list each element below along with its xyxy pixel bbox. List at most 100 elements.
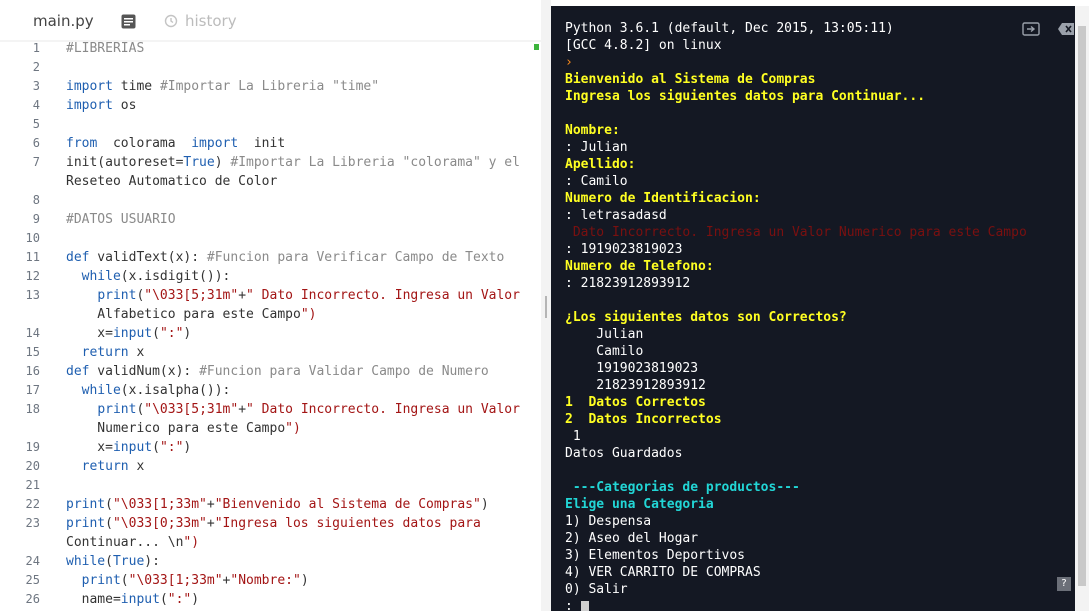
code-text[interactable]: print("\033[0;33m"+"Ingresa los siguient… xyxy=(66,514,481,533)
code-line[interactable]: 9 #DATOS USUARIO xyxy=(0,210,541,229)
code-text[interactable]: Reseteo Automatico de Color xyxy=(66,172,277,191)
console-line: 1 xyxy=(565,429,581,444)
console-line: Numero de Telefono: xyxy=(565,259,714,274)
line-number: 8 xyxy=(32,193,40,207)
code-line[interactable]: 23 print("\033[0;33m"+"Ingresa los siguie… xyxy=(0,514,541,533)
code-text[interactable]: print("\033[1;33m"+"Bienvenido al Sistem… xyxy=(66,495,489,514)
code-line[interactable]: 3 import time #Importar La Libreria "time… xyxy=(0,77,541,96)
console-line: : xyxy=(565,598,589,611)
code-line[interactable]: 5 xyxy=(0,115,541,134)
console-line: 21823912893912 xyxy=(565,378,706,393)
code-line[interactable]: 12 while(x.isdigit()): xyxy=(0,267,541,286)
tab-history[interactable]: history xyxy=(185,12,237,30)
code-text[interactable]: print("\033[1;33m"+"Nombre:") xyxy=(66,571,309,590)
line-number: 7 xyxy=(32,155,40,169)
code-line[interactable]: 24 while(True): xyxy=(0,552,541,571)
code-line[interactable]: 21 xyxy=(0,476,541,495)
line-number: 15 xyxy=(25,345,40,359)
code-text[interactable]: while(True): xyxy=(66,552,160,571)
code-line[interactable]: 16 def validNum(x): #Funcion para Validar… xyxy=(0,362,541,381)
clear-console-icon[interactable] xyxy=(1022,22,1040,36)
console-line: Dato Incorrecto. Ingresa un Valor Numeri… xyxy=(565,225,1027,240)
code-text[interactable]: Numerico para este Campo") xyxy=(66,419,301,438)
code-line[interactable]: 4 import os xyxy=(0,96,541,115)
code-line[interactable]: 22 print("\033[1;33m"+"Bienvenido al Sist… xyxy=(0,495,541,514)
code-line[interactable]: 26 name=input(":") xyxy=(0,590,541,609)
code-text[interactable]: Continuar... \n") xyxy=(66,533,199,552)
help-icon[interactable]: ? xyxy=(1057,577,1071,591)
line-number: 13 xyxy=(25,288,40,302)
tab-main-py[interactable]: main.py xyxy=(33,12,94,30)
code-line[interactable]: 13 print("\033[5;31m"+" Dato Incorrecto.… xyxy=(0,286,541,305)
console-output[interactable]: Python 3.6.1 (default, Dec 2015, 13:05:1… xyxy=(551,6,1075,611)
code-text[interactable]: import os xyxy=(66,96,136,115)
code-line[interactable]: 15 return x xyxy=(0,343,541,362)
git-change-marker xyxy=(534,44,539,50)
close-icon[interactable] xyxy=(1058,22,1076,36)
console-line: 3) Elementos Deportivos xyxy=(565,548,746,563)
history-icon[interactable] xyxy=(164,14,178,28)
console-line: : letrasadasd xyxy=(565,208,667,223)
code-text[interactable]: print("\033[5;31m"+" Dato Incorrecto. In… xyxy=(66,286,520,305)
line-number: 17 xyxy=(25,383,40,397)
code-line[interactable]: 7 init(autoreset=True) #Importar La Libre… xyxy=(0,153,541,172)
resize-grip[interactable] xyxy=(545,296,547,318)
line-number: 14 xyxy=(25,326,40,340)
code-line[interactable]: Continuar... \n") xyxy=(0,533,541,552)
code-line[interactable]: Numerico para este Campo") xyxy=(0,419,541,438)
code-line[interactable]: 10 xyxy=(0,229,541,248)
code-text[interactable]: def validText(x): #Funcion para Verifica… xyxy=(66,248,504,267)
code-text[interactable]: init(autoreset=True) #Importar La Librer… xyxy=(66,153,520,172)
code-line[interactable]: 19 x=input(":") xyxy=(0,438,541,457)
console-line: [GCC 4.8.2] on linux xyxy=(565,38,722,53)
console-cursor[interactable] xyxy=(580,600,589,611)
code-line[interactable]: 6 from colorama import init xyxy=(0,134,541,153)
code-line[interactable]: 25 print("\033[1;33m"+"Nombre:") xyxy=(0,571,541,590)
code-text[interactable]: Alfabetico para este Campo") xyxy=(66,305,316,324)
code-text[interactable]: print("\033[5;31m"+" Dato Incorrecto. In… xyxy=(66,400,520,419)
editor-pane: main.py history 1 #LIBRERIAS 2 3 import time… xyxy=(0,0,541,611)
code-text[interactable]: while(x.isalpha()): xyxy=(66,381,231,400)
console-line: 1 Datos Correctos xyxy=(565,395,706,410)
code-line[interactable]: 18 print("\033[5;31m"+" Dato Incorrecto.… xyxy=(0,400,541,419)
line-number: 18 xyxy=(25,402,40,416)
console-line: : Julian xyxy=(565,140,628,155)
code-text[interactable]: return x xyxy=(66,343,145,362)
code-text[interactable]: #DATOS USUARIO xyxy=(66,210,176,229)
console-icon[interactable] xyxy=(121,14,136,29)
code-line[interactable]: 17 while(x.isalpha()): xyxy=(0,381,541,400)
code-text[interactable]: def validNum(x): #Funcion para Validar C… xyxy=(66,362,489,381)
line-number: 1 xyxy=(32,41,40,55)
console-line: › xyxy=(565,55,573,70)
console-line: 1919023819023 xyxy=(565,361,699,376)
line-number: 19 xyxy=(25,440,40,454)
code-text[interactable]: #LIBRERIAS xyxy=(66,39,144,58)
code-line[interactable]: 20 return x xyxy=(0,457,541,476)
line-number: 23 xyxy=(25,516,40,530)
code-line[interactable]: 14 x=input(":") xyxy=(0,324,541,343)
console-line: Nombre: xyxy=(565,123,620,138)
code-line[interactable]: 8 xyxy=(0,191,541,210)
code-line[interactable]: 2 xyxy=(0,58,541,77)
code-text[interactable]: while(x.isdigit()): xyxy=(66,267,231,286)
line-number: 4 xyxy=(32,98,40,112)
line-number: 2 xyxy=(32,60,40,74)
console-line: Ingresa los siguientes datos para Contin… xyxy=(565,89,926,104)
tab-bar: main.py history xyxy=(0,0,541,40)
code-text[interactable]: name=input(":") xyxy=(66,590,199,609)
code-text[interactable]: x=input(":") xyxy=(66,438,191,457)
code-line[interactable]: 11 def validText(x): #Funcion para Verifi… xyxy=(0,248,541,267)
code-text[interactable]: x=input(":") xyxy=(66,324,191,343)
code-line[interactable]: Alfabetico para este Campo") xyxy=(0,305,541,324)
code-line[interactable]: 1 #LIBRERIAS xyxy=(0,39,541,58)
code-text[interactable]: from colorama import init xyxy=(66,134,285,153)
code-editor[interactable]: 1 #LIBRERIAS 2 3 import time #Importar La Li… xyxy=(0,38,541,611)
line-number: 11 xyxy=(25,250,40,264)
console-line: Numero de Identificacion: xyxy=(565,191,761,206)
line-number: 12 xyxy=(25,269,40,283)
code-text[interactable]: import time #Importar La Libreria "time" xyxy=(66,77,379,96)
console-line: 2) Aseo del Hogar xyxy=(565,531,699,546)
code-text[interactable]: return x xyxy=(66,457,145,476)
scrollbar-thumb[interactable] xyxy=(1078,26,1086,586)
code-line[interactable]: Reseteo Automatico de Color xyxy=(0,172,541,191)
